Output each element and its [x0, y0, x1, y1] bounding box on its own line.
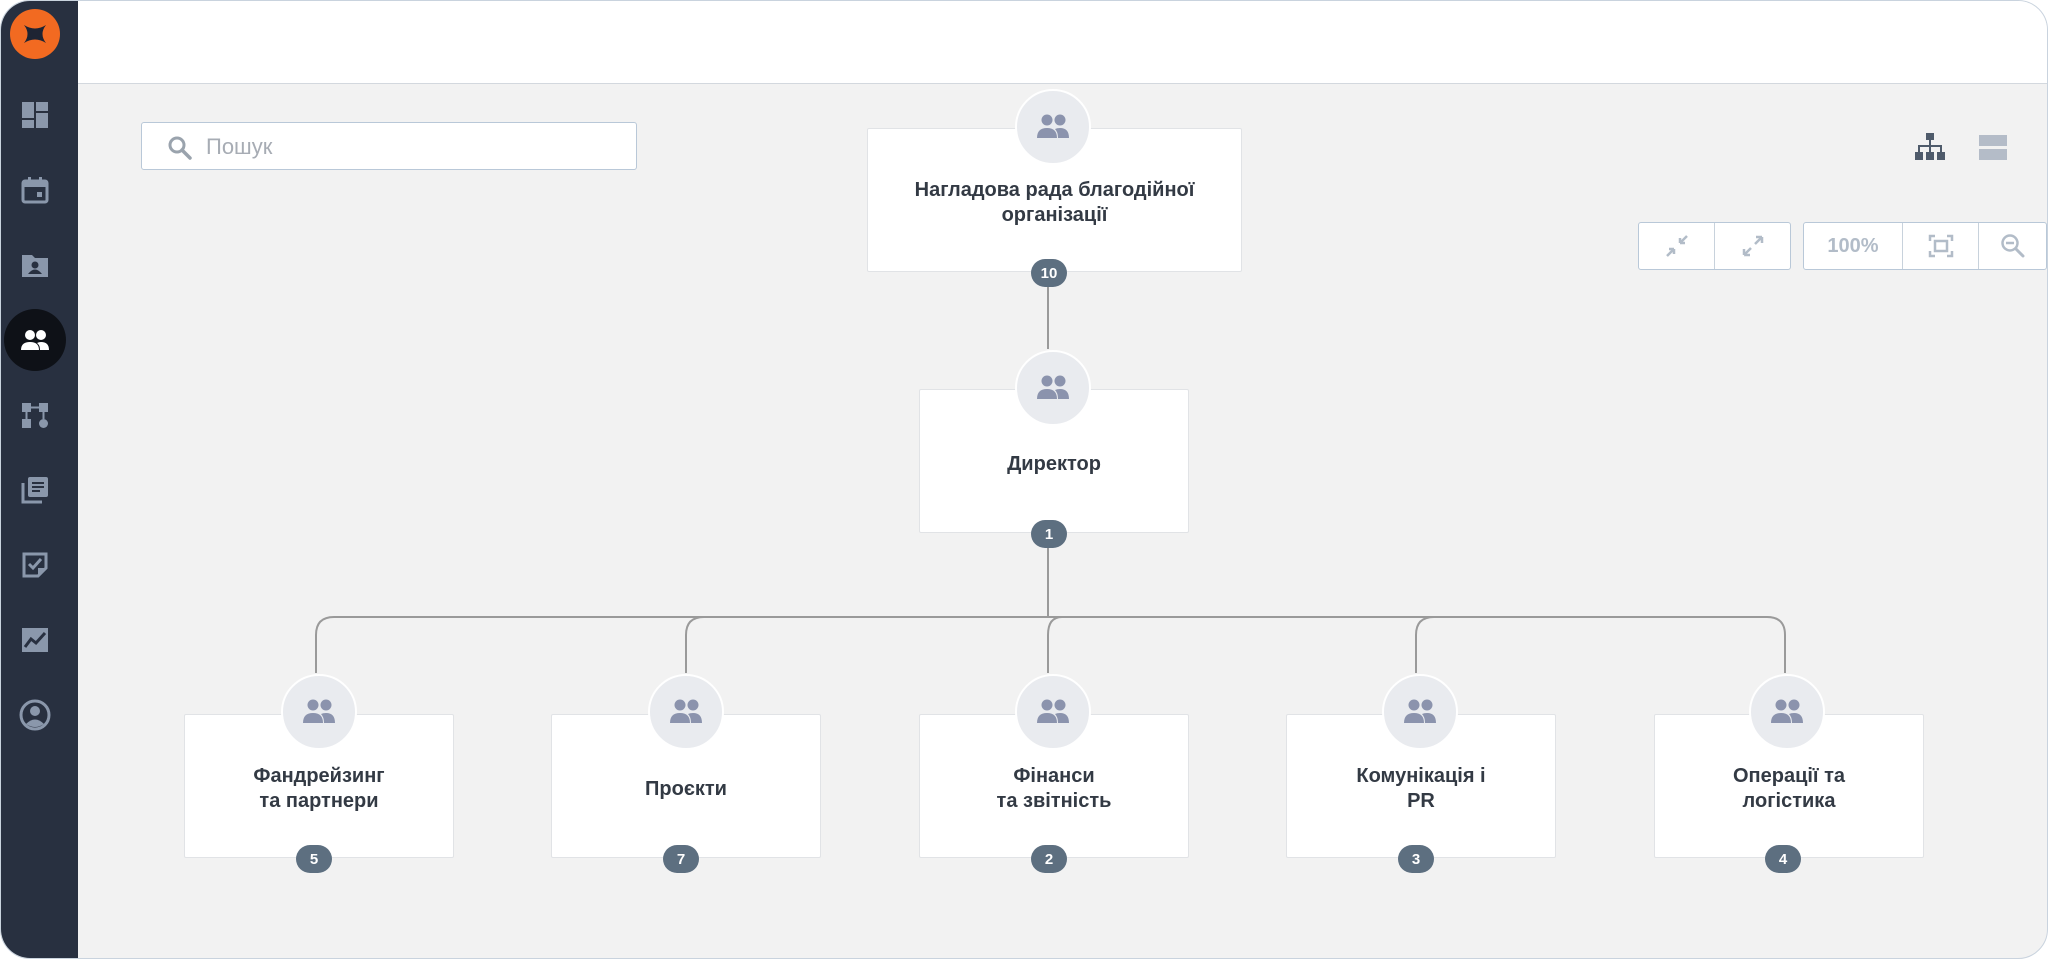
group-icon [1037, 114, 1069, 138]
node-title: Комунікація і PR [1356, 765, 1486, 812]
group-icon [670, 699, 702, 723]
member-count-badge[interactable]: 2 [1031, 845, 1067, 873]
group-icon [1404, 699, 1436, 723]
group-avatar [648, 674, 724, 750]
group-icon [303, 699, 335, 723]
member-count-badge[interactable]: 4 [1765, 845, 1801, 873]
app-window: 100% Нагладова рада благ [0, 0, 2048, 959]
member-count-badge[interactable]: 5 [296, 845, 332, 873]
group-avatar [1015, 674, 1091, 750]
member-count-badge[interactable]: 3 [1398, 845, 1434, 873]
node-title: Операції та логістика [1732, 765, 1846, 812]
group-icon [1037, 375, 1069, 399]
node-title: Фандрейзинг та партнери [253, 765, 385, 812]
node-title: Директор [1007, 452, 1101, 475]
group-avatar [1015, 350, 1091, 426]
group-avatar [1749, 674, 1825, 750]
node-title: Проєкти [645, 777, 727, 800]
group-avatar [281, 674, 357, 750]
group-icon [1771, 699, 1803, 723]
member-count-badge[interactable]: 7 [663, 845, 699, 873]
node-title: Нагладова рада благодійної організації [914, 179, 1195, 226]
group-icon [1037, 699, 1069, 723]
node-title: Фінанси та звітність [996, 765, 1112, 812]
group-avatar [1382, 674, 1458, 750]
group-avatar [1015, 89, 1091, 165]
member-count-badge[interactable]: 10 [1031, 259, 1067, 287]
member-count-badge[interactable]: 1 [1031, 520, 1067, 548]
